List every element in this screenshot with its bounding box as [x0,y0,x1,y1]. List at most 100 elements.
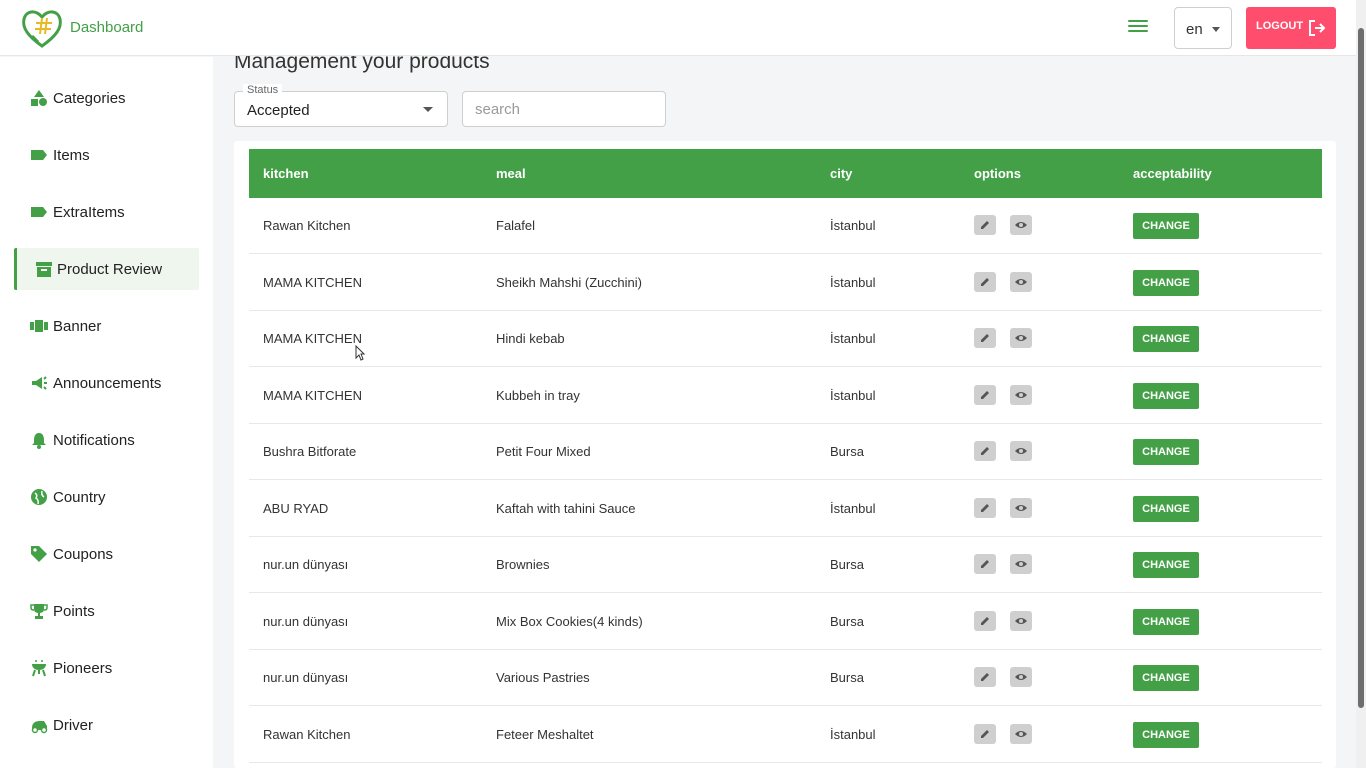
edit-button[interactable] [974,328,996,348]
view-button[interactable] [1010,723,1032,744]
shapes-icon [31,90,47,106]
city-cell: İstanbul [830,218,876,233]
view-button[interactable] [1010,667,1032,687]
sidebar-item-categories[interactable]: Categories [14,77,199,119]
sidebar-item-label: Driver [53,717,93,734]
tag-icon [31,546,47,562]
change-button[interactable]: CHANGE [1133,665,1199,691]
label-icon [31,150,47,160]
change-button[interactable]: CHANGE [1133,382,1199,409]
table-row: MAMA KITCHEN Hindi kebab İstanbul CHANGE [249,311,1322,367]
table-row: MAMA KITCHEN Kubbeh in tray İstanbul CHANGE [249,368,1322,424]
table-row: Rawan Kitchen Falafel İstanbul CHANGE [249,198,1322,254]
view-button[interactable] [1010,271,1032,292]
sidebar-item-label: Product Review [57,261,163,278]
edit-button[interactable] [974,384,996,405]
table-row: Rawan Kitchen Feteer Meshaltet İstanbul CHA… [249,707,1322,763]
table-row: nur.un dünyası Various Pastries Bursa CHANG… [249,650,1322,706]
status-filter-value: Accepted [247,102,310,119]
view-button[interactable] [1010,610,1032,631]
column-header-options: options [974,166,1021,181]
sidebar-item-product-review[interactable]: Product Review [14,248,199,290]
table-row: Bushra Bitforate Petit Four Mixed Bursa CHA… [249,424,1322,480]
sidebar-item-pioneers[interactable]: Pioneers [14,647,199,689]
kitchen-cell: nur.un dünyası [263,557,349,572]
sidebar-item-coupons[interactable]: Coupons [14,533,199,575]
city-cell: İstanbul [830,274,876,290]
archive-icon [36,262,52,277]
sidebar-item-label: Notifications [53,432,135,449]
sidebar-item-label: Points [53,603,95,620]
change-button[interactable]: CHANGE [1133,439,1199,465]
caret-down-icon [423,107,433,112]
bell-icon [32,433,46,449]
status-filter-label: Status [243,84,283,96]
change-button[interactable]: CHANGE [1133,721,1199,748]
meal-cell: Kubbeh in tray [496,387,580,403]
kitchen-cell: MAMA KITCHEN [263,274,362,290]
kitchen-cell: MAMA KITCHEN [263,331,362,346]
globe-icon [31,489,47,505]
sidebar-item-driver[interactable]: Driver [14,704,199,746]
edit-button[interactable] [974,441,996,461]
sidebar-item-country[interactable]: Country [14,476,199,518]
meal-cell: Various Pastries [496,670,590,685]
edit-button[interactable] [974,723,996,744]
change-button[interactable]: CHANGE [1133,213,1199,239]
meal-cell: Sheikh Mahshi (Zucchini) [496,274,642,290]
sidebar-item-items[interactable]: Items [14,134,199,176]
city-cell: Bursa [830,670,864,685]
campaign-icon [32,376,47,390]
view-button[interactable] [1010,554,1032,574]
language-select[interactable]: en [1174,7,1232,49]
column-header-city: city [830,166,853,181]
change-button[interactable]: CHANGE [1133,269,1199,296]
mouse-cursor-icon [355,345,365,361]
menu-toggle-icon[interactable] [1126,17,1150,39]
language-value: en [1186,21,1203,38]
edit-button[interactable] [974,554,996,574]
view-button[interactable] [1010,384,1032,405]
city-cell: Bursa [830,613,864,629]
edit-button[interactable] [974,271,996,292]
view-button[interactable] [1010,497,1032,518]
search-input[interactable] [462,91,666,127]
brand-title: Dashboard [70,19,144,36]
edit-button[interactable] [974,610,996,631]
sidebar-item-points[interactable]: Points [14,590,199,632]
label-icon [31,207,47,217]
edit-button[interactable] [974,497,996,518]
meal-cell: Petit Four Mixed [496,444,591,459]
edit-button[interactable] [974,215,996,235]
sidebar: Categories Items ExtraItems Product Revi… [0,57,213,768]
view-button[interactable] [1010,215,1032,235]
meal-cell: Kaftah with tahini Sauce [496,500,636,516]
status-filter-select[interactable]: Status Accepted [234,84,448,127]
trophy-icon [30,604,48,619]
meal-cell: Hindi kebab [496,331,565,346]
city-cell: Bursa [830,444,864,459]
edit-button[interactable] [974,667,996,687]
logout-button[interactable]: LOGOUT [1246,7,1336,49]
sidebar-item-announcements[interactable]: Announcements [14,362,199,404]
sidebar-item-label: Announcements [53,375,162,392]
page-scrollbar[interactable] [1356,0,1366,768]
sidebar-item-extraitems[interactable]: ExtraItems [14,191,199,233]
city-cell: İstanbul [830,387,876,403]
change-button[interactable]: CHANGE [1133,552,1199,578]
scrollbar-thumb[interactable] [1358,28,1364,708]
change-button[interactable]: CHANGE [1133,608,1199,635]
sidebar-item-banner[interactable]: Banner [14,305,199,347]
sidebar-item-notifications[interactable]: Notifications [14,419,199,461]
view-button[interactable] [1010,328,1032,348]
meal-cell: Brownies [496,557,550,572]
city-cell: İstanbul [830,500,876,516]
kitchen-cell: MAMA KITCHEN [263,387,362,403]
kitchen-cell: Bushra Bitforate [263,444,357,459]
logo-heart-icon [22,10,62,48]
change-button[interactable]: CHANGE [1133,326,1199,352]
sidebar-item-label: Coupons [53,546,114,563]
caret-down-icon [1212,27,1220,32]
view-button[interactable] [1010,441,1032,461]
change-button[interactable]: CHANGE [1133,495,1199,522]
